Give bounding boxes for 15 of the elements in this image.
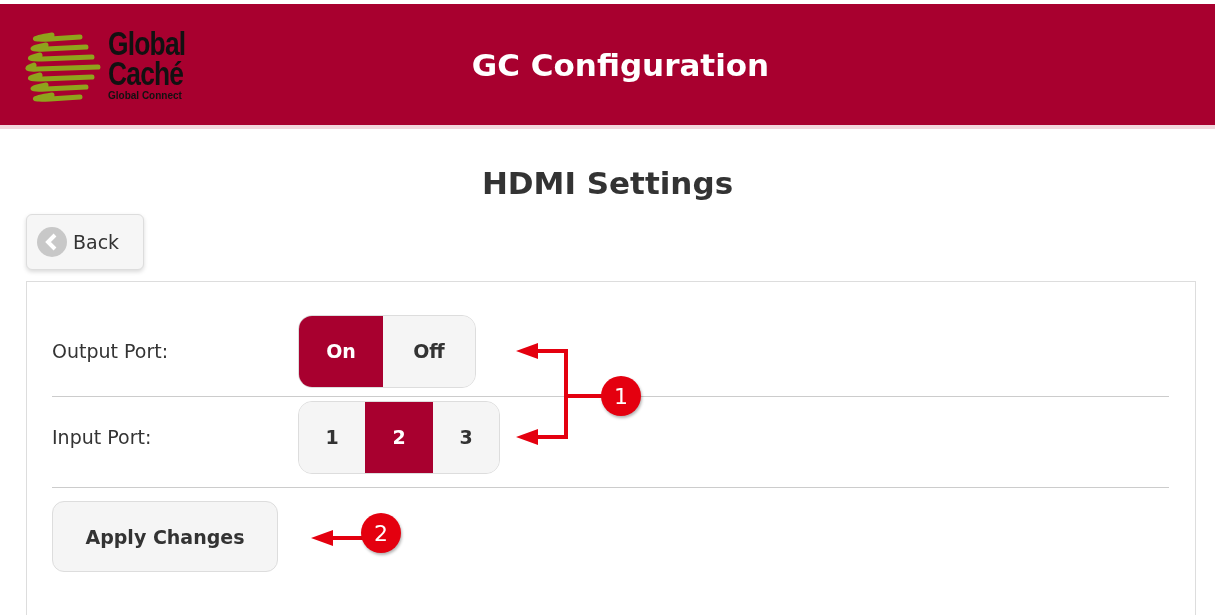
logo-text: Global: [108, 29, 186, 59]
logo-tagline: Global Connect: [108, 90, 183, 100]
callout-number: 1: [601, 376, 641, 416]
callout-arrow: [311, 530, 363, 546]
back-chevron-icon: [37, 227, 67, 257]
segment-option[interactable]: On: [299, 315, 383, 387]
setting-label: Output Port:: [52, 340, 170, 362]
back-button[interactable]: Back: [26, 214, 144, 270]
callout-number: 2: [361, 513, 401, 553]
setting-label: Input Port:: [52, 426, 153, 448]
page-title: HDMI Settings: [480, 165, 735, 201]
segment-option[interactable]: 2: [365, 401, 433, 473]
logo-text: Caché: [108, 59, 185, 89]
apply-changes-button[interactable]: Apply Changes: [52, 501, 278, 572]
header-title: GC Configuration: [471, 46, 770, 83]
